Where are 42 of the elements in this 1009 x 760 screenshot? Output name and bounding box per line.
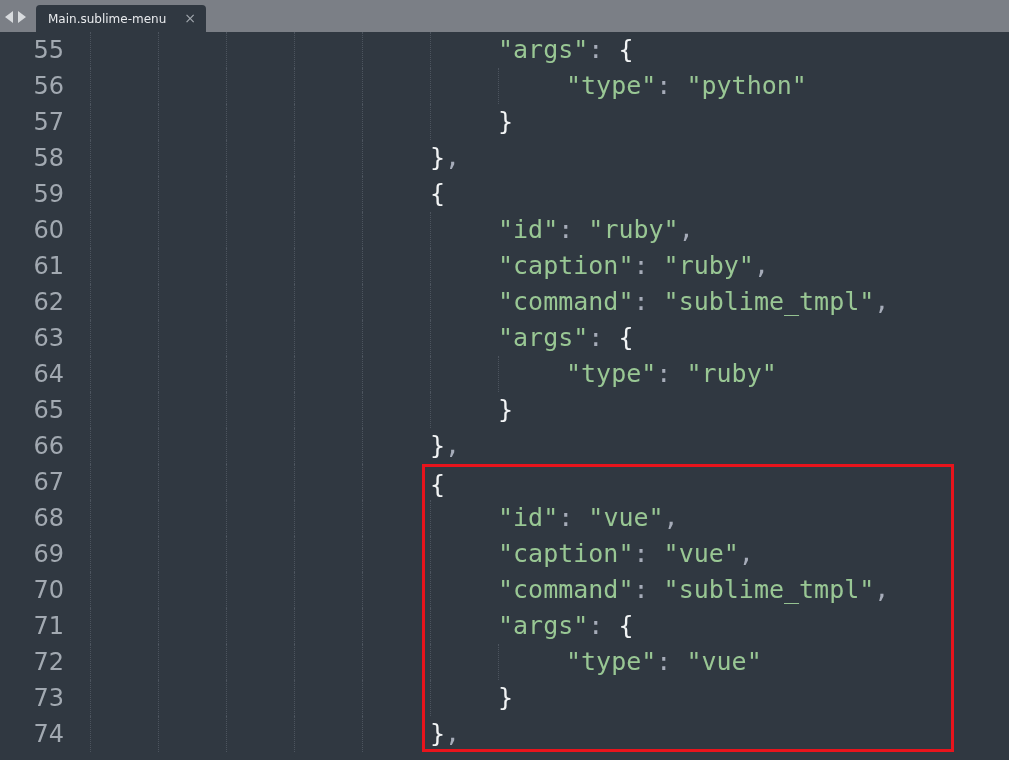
code-line: "args": { — [498, 610, 634, 642]
file-tab[interactable]: Main.sublime-menu × — [36, 5, 206, 32]
line-number: 64 — [32, 359, 65, 390]
code-line: "type": "python" — [566, 70, 807, 102]
code-line: "caption": "vue", — [498, 538, 754, 570]
code-line: "command": "sublime_tmpl", — [498, 574, 890, 606]
line-number: 73 — [32, 683, 65, 714]
code-line: "args": { — [498, 34, 634, 66]
line-number: 74 — [32, 719, 65, 750]
code-line: { — [430, 469, 446, 500]
code-line: "type": "vue" — [566, 646, 762, 678]
line-number: 57 — [32, 107, 65, 138]
line-number: 59 — [32, 179, 65, 210]
code-line: }, — [430, 430, 461, 462]
code-line: }, — [430, 718, 461, 749]
line-number: 71 — [32, 611, 65, 642]
line-number: 69 — [32, 539, 65, 570]
line-number: 66 — [32, 431, 65, 462]
code-line: } — [498, 682, 514, 714]
line-number: 62 — [32, 287, 65, 318]
close-tab-button[interactable]: × — [184, 8, 196, 29]
line-number: 72 — [32, 647, 65, 678]
code-line: "id": "vue", — [498, 502, 679, 534]
line-number: 58 — [32, 143, 65, 174]
line-number: 60 — [32, 215, 65, 246]
line-number: 63 — [32, 323, 65, 354]
code-line: "type": "ruby" — [566, 358, 777, 390]
line-number: 70 — [32, 575, 65, 606]
line-number: 67 — [32, 467, 65, 498]
line-number: 61 — [32, 251, 65, 282]
code-line: "args": { — [498, 322, 634, 354]
code-line: } — [498, 106, 514, 138]
code-line: }, — [430, 142, 461, 174]
code-line: "caption": "ruby", — [498, 250, 769, 282]
code-line: { — [430, 178, 446, 210]
line-number: 68 — [32, 503, 65, 534]
line-number: 65 — [32, 395, 65, 426]
code-line: } — [498, 394, 514, 426]
code-line: "id": "ruby", — [498, 214, 694, 246]
line-number: 55 — [32, 35, 65, 66]
line-number: 56 — [32, 71, 65, 102]
code-line: "command": "sublime_tmpl", — [498, 286, 890, 318]
